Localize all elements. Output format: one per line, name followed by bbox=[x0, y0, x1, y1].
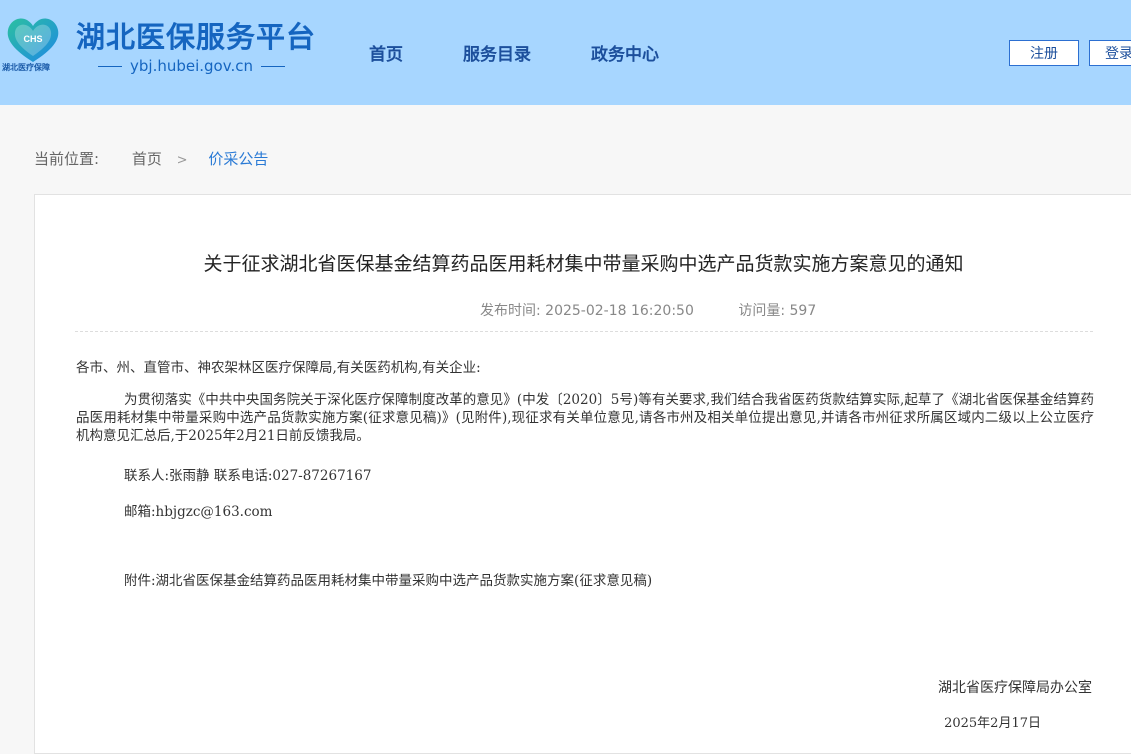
article-title: 关于征求湖北省医保基金结算药品医用耗材集中带量采购中选产品货款实施方案意见的通知 bbox=[203, 253, 964, 275]
breadcrumb-label: 当前位置: bbox=[34, 150, 100, 168]
article-contact: 联系人:张雨静 联系电话:027-87267167 bbox=[124, 468, 372, 484]
views-count: 597 bbox=[789, 303, 817, 319]
article-attachment-link[interactable]: 附件:湖北省医保基金结算药品医用耗材集中带量采购中选产品货款实施方案(征求意见稿… bbox=[76, 572, 1131, 590]
article-card: 关于征求湖北省医保基金结算药品医用耗材集中带量采购中选产品货款实施方案意见的通知… bbox=[34, 194, 1131, 754]
article-meta: 发布时间: 2025-02-18 16:20:50 访问量: 597 bbox=[480, 300, 816, 320]
nav-government-center[interactable]: 政务中心 bbox=[591, 40, 659, 65]
signature-date: 2025年2月17日 bbox=[944, 716, 1041, 731]
chevron-right-icon: > bbox=[176, 153, 188, 168]
breadcrumb-current-link[interactable]: 价采公告 bbox=[208, 150, 268, 168]
login-button[interactable]: 登录 bbox=[1089, 40, 1131, 66]
main-nav: 首页 服务目录 政务中心 bbox=[369, 40, 659, 65]
logo-mark: CHS bbox=[23, 34, 42, 44]
site-title[interactable]: 湖北医保服务平台 bbox=[76, 14, 316, 56]
article-greeting: 各市、州、直管市、神农架林区医疗保障局,有关医药机构,有关企业: bbox=[76, 360, 481, 376]
register-button[interactable]: 注册 bbox=[1009, 40, 1079, 66]
views-label: 访问量: bbox=[738, 303, 786, 319]
site-header: CHS 湖北医疗保障 湖北医保服务平台 ybj.hubei.gov.cn 首页 … bbox=[0, 0, 1131, 105]
publish-time-label: 发布时间: bbox=[480, 303, 541, 319]
site-domain: ybj.hubei.gov.cn bbox=[90, 57, 293, 75]
article-email: 邮箱:hbjgzc@163.com bbox=[124, 504, 273, 520]
breadcrumb-home-link[interactable]: 首页 bbox=[132, 150, 162, 168]
nav-home[interactable]: 首页 bbox=[369, 40, 403, 65]
divider bbox=[75, 331, 1093, 332]
publish-time: 2025-02-18 16:20:50 bbox=[545, 303, 694, 319]
nav-service-catalog[interactable]: 服务目录 bbox=[463, 40, 531, 65]
article-main-paragraph: 为贯彻落实《中共中央国务院关于深化医疗保障制度改革的意见》(中发〔2020〕5号… bbox=[76, 392, 1094, 444]
logo-subtitle: 湖北医疗保障 bbox=[2, 63, 50, 72]
signature-organization: 湖北省医疗保障局办公室 bbox=[938, 680, 1092, 696]
breadcrumb: 当前位置: 首页 > 价采公告 bbox=[34, 148, 268, 169]
